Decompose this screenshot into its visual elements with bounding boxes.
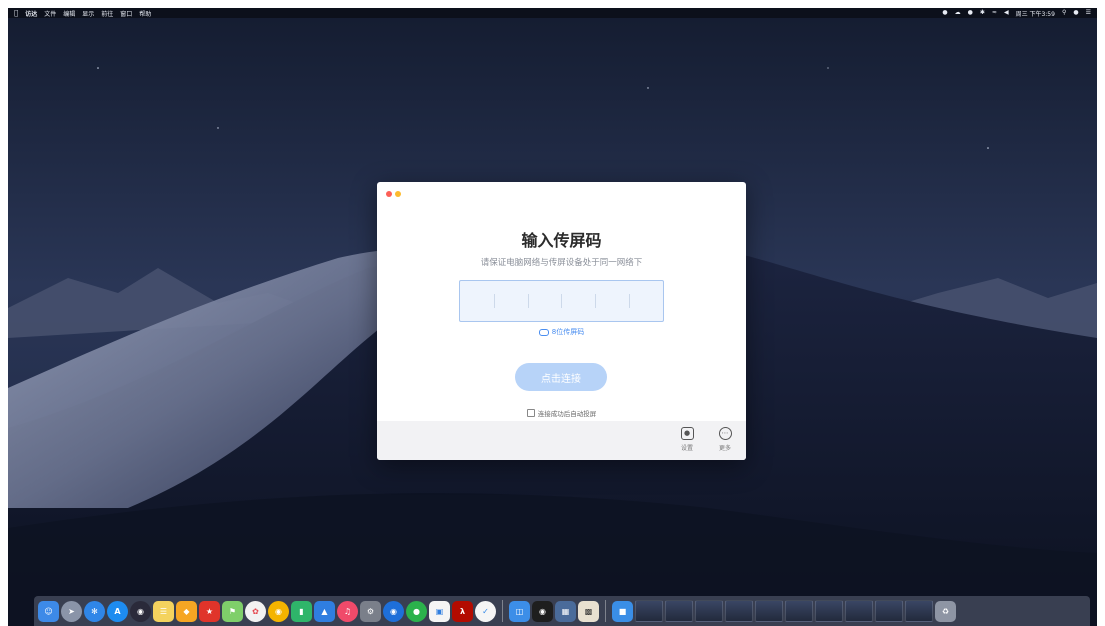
keynote-icon[interactable]: ▲ [314, 600, 335, 622]
minimized-window[interactable] [785, 600, 813, 622]
screen-share-icon[interactable]: ◫ [509, 600, 530, 622]
dialog-footer: ● 设置 ⋯ 更多 [377, 421, 746, 460]
menu-finder[interactable]: 访达 [25, 9, 37, 18]
siri-dock-icon[interactable]: ◉ [130, 600, 151, 622]
close-window-button[interactable] [386, 191, 392, 197]
cast-code-dialog: 输入传屏码 请保证电脑网络与传屏设备处于同一网络下 8位传屏码 点击连接 连接成… [377, 182, 746, 460]
system-preferences-icon[interactable]: ⚙ [360, 600, 381, 622]
code-length-toggle[interactable]: 8位传屏码 [377, 327, 746, 337]
minimized-window[interactable] [665, 600, 693, 622]
qq-icon[interactable]: ◉ [532, 600, 553, 622]
cast-code-input[interactable] [459, 280, 664, 322]
menu-bar-left:  访达 文件 编辑 显示 前往 窗口 帮助 [8, 9, 157, 18]
code-cell[interactable] [561, 281, 595, 321]
spotlight-icon[interactable]: ⚲ [1062, 8, 1066, 18]
code-cell[interactable] [595, 281, 629, 321]
image-viewer-icon[interactable]: ▦ [555, 600, 576, 622]
music-icon[interactable]: ♫ [337, 600, 358, 622]
code-cell[interactable] [527, 281, 562, 321]
auto-cast-checkbox[interactable] [526, 409, 535, 417]
menu-bar:  访达 文件 编辑 显示 前往 窗口 帮助 ● ☁ ● ✱ ≈ ◀ 周三 下午… [8, 8, 1097, 18]
auto-cast-label: 连接成功后自动投屏 [537, 410, 597, 418]
finder-icon[interactable]: ☺ [38, 600, 59, 622]
chrome-icon[interactable]: ◉ [268, 600, 289, 622]
minimized-window[interactable] [905, 600, 933, 622]
volume-icon[interactable]: ◀ [1004, 8, 1009, 18]
more-button[interactable]: ⋯ 更多 [713, 427, 737, 452]
menu-clock[interactable]: 周三 下午3:59 [1016, 9, 1055, 18]
numbers-icon[interactable]: ▮ [291, 600, 312, 622]
menu-bar-right: ● ☁ ● ✱ ≈ ◀ 周三 下午3:59 ⚲ ● ☰ [936, 8, 1097, 18]
folder-icon[interactable]: ■ [612, 600, 633, 622]
wechat-icon[interactable]: ● [968, 8, 973, 18]
wifi-icon[interactable]: ≈ [992, 8, 997, 18]
minimize-window-button[interactable] [395, 191, 401, 197]
more-icon: ⋯ [718, 427, 732, 440]
minimized-window[interactable] [695, 600, 723, 622]
maps-icon[interactable]: ⚑ [222, 600, 243, 622]
minimized-window[interactable] [755, 600, 783, 622]
menu-edit[interactable]: 编辑 [63, 9, 75, 18]
code-cell[interactable] [629, 281, 663, 321]
desktop:  访达 文件 编辑 显示 前往 窗口 帮助 ● ☁ ● ✱ ≈ ◀ 周三 下午… [8, 8, 1097, 626]
menu-window[interactable]: 窗口 [120, 9, 132, 18]
minimized-window[interactable] [635, 600, 663, 622]
menu-view[interactable]: 显示 [82, 9, 94, 18]
sketch-icon[interactable]: ◆ [176, 600, 197, 622]
menu-go[interactable]: 前往 [101, 9, 113, 18]
youdao-icon[interactable]: ★ [199, 600, 220, 622]
minimized-window[interactable] [725, 600, 753, 622]
dialog-title: 输入传屏码 [521, 231, 602, 250]
notification-center-icon[interactable]: ☰ [1086, 8, 1091, 18]
apple-icon[interactable]:  [14, 9, 18, 17]
task-icon[interactable]: ✓ [475, 600, 496, 622]
notes-icon[interactable]: ☰ [153, 600, 174, 622]
window-controls [386, 191, 401, 197]
dialog-subtitle: 请保证电脑网络与传屏设备处于同一网络下 [480, 258, 643, 268]
safari-icon[interactable]: ✻ [84, 600, 105, 622]
preview-icon[interactable]: ▣ [429, 600, 450, 622]
screenshot-frame:  访达 文件 编辑 显示 前往 窗口 帮助 ● ☁ ● ✱ ≈ ◀ 周三 下午… [0, 0, 1105, 626]
trash-icon[interactable]: ♻ [935, 600, 956, 622]
dock-separator [502, 600, 503, 622]
cloud-icon[interactable]: ☁ [955, 8, 961, 18]
code-cell[interactable] [460, 281, 494, 321]
dock: ☺ ➤ ✻ A ◉ ☰ ◆ ★ ⚑ ✿ ◉ ▮ ▲ ♫ ⚙ ◉ ● ▣ λ ✓ … [34, 596, 1090, 626]
minimized-window[interactable] [875, 600, 903, 622]
minimized-window[interactable] [815, 600, 843, 622]
acrobat-icon[interactable]: λ [452, 600, 473, 622]
status-app-icon[interactable]: ● [942, 8, 947, 18]
siri-icon[interactable]: ● [1073, 8, 1078, 18]
code-length-label: 8位传屏码 [551, 328, 585, 336]
code-cell[interactable] [493, 281, 528, 321]
menu-help[interactable]: 帮助 [139, 9, 151, 18]
minimized-window[interactable] [845, 600, 873, 622]
launchpad-icon[interactable]: ➤ [61, 600, 82, 622]
settings-label: 设置 [680, 445, 693, 452]
auto-cast-option[interactable]: 连接成功后自动投屏 [377, 408, 746, 418]
app-store-icon[interactable]: A [107, 600, 128, 622]
document-icon[interactable]: ▩ [578, 600, 599, 622]
connect-button[interactable]: 点击连接 [515, 363, 607, 391]
menu-file[interactable]: 文件 [44, 9, 56, 18]
gear-icon: ● [680, 427, 694, 440]
more-label: 更多 [718, 445, 731, 452]
toggle-icon [538, 328, 549, 336]
photos-icon[interactable]: ✿ [245, 600, 266, 622]
dock-separator [605, 600, 606, 622]
bluetooth-icon[interactable]: ✱ [980, 8, 985, 18]
wechat-dock-icon[interactable]: ● [406, 600, 427, 622]
browser-icon[interactable]: ◉ [383, 600, 404, 622]
settings-button[interactable]: ● 设置 [675, 427, 699, 452]
